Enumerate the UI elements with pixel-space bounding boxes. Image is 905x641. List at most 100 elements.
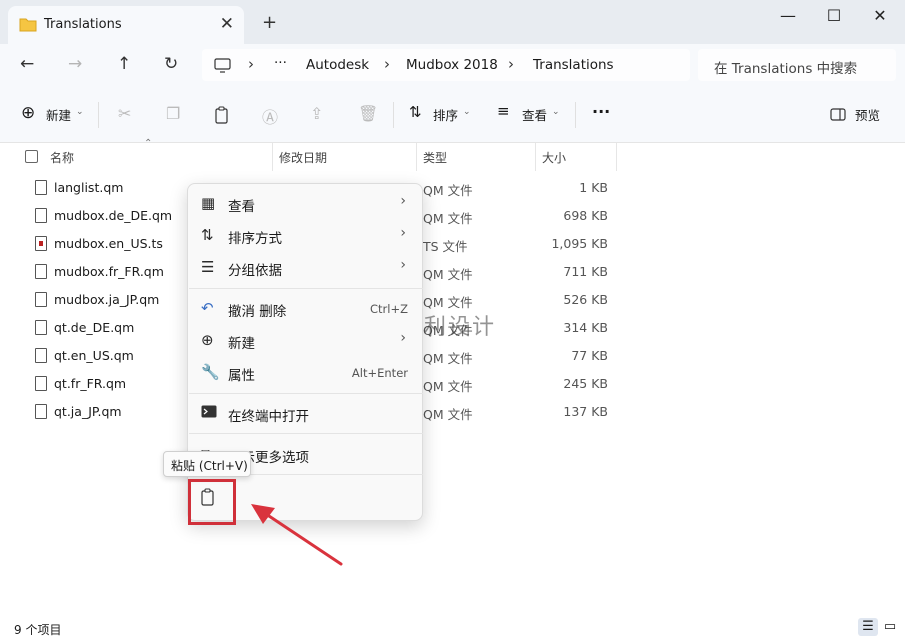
- tab-title: Translations: [44, 17, 122, 32]
- tab-close-button[interactable]: ✕: [220, 14, 234, 34]
- column-header-modified[interactable]: 修改日期: [279, 149, 327, 166]
- back-button[interactable]: ←: [20, 54, 34, 74]
- menu-item-group-by[interactable]: ☰ 分组依据 ›: [188, 252, 422, 282]
- preview-pane-icon: [830, 108, 846, 121]
- breadcrumb-autodesk[interactable]: Autodesk: [306, 57, 369, 73]
- tab-translations[interactable]: Translations ✕: [8, 6, 244, 44]
- file-name: mudbox.ja_JP.qm: [54, 292, 160, 307]
- menu-item-properties[interactable]: 🔧 属性 Alt+Enter: [188, 357, 422, 387]
- sort-icon: ⇅: [201, 226, 214, 244]
- file-icon: [35, 404, 47, 419]
- new-tab-button[interactable]: +: [262, 12, 277, 33]
- chevron-right-icon: ›: [508, 55, 514, 73]
- file-name: qt.en_US.qm: [54, 348, 134, 363]
- breadcrumb-overflow[interactable]: ···: [274, 55, 287, 71]
- plus-circle-icon: ⊕: [21, 103, 36, 123]
- file-size: 314 KB: [563, 320, 608, 335]
- sort-indicator-icon: ⌃: [144, 138, 153, 149]
- column-header-name[interactable]: 名称: [50, 149, 74, 166]
- minimize-button[interactable]: —: [765, 6, 811, 25]
- delete-icon[interactable]: 🗑: [358, 104, 378, 123]
- preview-button[interactable]: 预览: [855, 105, 880, 124]
- breadcrumb-translations[interactable]: Translations: [533, 57, 614, 73]
- sort-button[interactable]: 排序: [433, 105, 458, 124]
- up-button[interactable]: ↑: [117, 54, 131, 74]
- file-size: 1 KB: [579, 180, 608, 195]
- paste-icon[interactable]: [214, 106, 230, 124]
- breadcrumb-mudbox[interactable]: Mudbox 2018: [406, 57, 498, 73]
- file-size: 245 KB: [563, 376, 608, 391]
- file-size: 77 KB: [571, 348, 608, 363]
- file-type: QM 文件: [423, 211, 473, 226]
- copy-icon[interactable]: ❐: [166, 104, 180, 123]
- column-divider[interactable]: [272, 143, 273, 171]
- close-button[interactable]: ✕: [857, 6, 903, 25]
- chevron-right-icon: ›: [400, 330, 406, 346]
- menu-divider: [189, 288, 423, 289]
- menu-item-open-terminal[interactable]: 在终端中打开: [188, 398, 422, 428]
- file-list: ⌃ 名称 修改日期 类型 大小 langlist.qm QM 文件 1 KB m…: [0, 138, 905, 613]
- view-icon: ≡: [497, 102, 510, 120]
- file-type: QM 文件: [423, 407, 473, 422]
- file-icon: [35, 208, 47, 223]
- file-icon: [35, 348, 47, 363]
- cut-icon[interactable]: ✂: [118, 104, 131, 123]
- column-header-type[interactable]: 类型: [423, 149, 447, 166]
- file-type: QM 文件: [423, 267, 473, 282]
- column-divider[interactable]: [616, 143, 617, 171]
- search-input[interactable]: 在 Translations 中搜索: [698, 49, 896, 81]
- select-all-checkbox[interactable]: [25, 150, 38, 163]
- chevron-down-icon: ⌄: [552, 107, 560, 117]
- column-divider[interactable]: [416, 143, 417, 171]
- chevron-right-icon: ›: [400, 225, 406, 241]
- file-name: mudbox.fr_FR.qm: [54, 264, 164, 279]
- menu-item-view[interactable]: ▦ 查看 ›: [188, 188, 422, 218]
- command-bar: ⊕ 新建 ⌄ ✂ ❐ Ⓐ ⇪ 🗑 ⇅ 排序 ⌄ ≡ 查看 ⌄ ··· 预览: [0, 87, 905, 143]
- chevron-down-icon: ⌄: [76, 107, 84, 117]
- folder-icon: [19, 18, 37, 32]
- address-bar[interactable]: › ··· Autodesk › Mudbox 2018 › Translati…: [202, 49, 690, 81]
- forward-button[interactable]: →: [68, 54, 82, 74]
- file-name: langlist.qm: [54, 180, 124, 195]
- file-type: QM 文件: [423, 379, 473, 394]
- details-view-icon[interactable]: ☰: [858, 618, 878, 636]
- file-icon: [35, 376, 47, 391]
- paste-tooltip: 粘贴 (Ctrl+V): [163, 451, 251, 477]
- file-name: qt.de_DE.qm: [54, 320, 135, 335]
- file-name: mudbox.en_US.ts: [54, 236, 163, 251]
- maximize-button[interactable]: ☐: [811, 6, 857, 25]
- menu-item-new[interactable]: ⊕ 新建 ›: [188, 325, 422, 355]
- paste-icon[interactable]: [200, 488, 216, 506]
- column-header-size[interactable]: 大小: [542, 149, 566, 166]
- chevron-right-icon: ›: [400, 193, 406, 209]
- column-divider[interactable]: [535, 143, 536, 171]
- file-icon: [35, 264, 47, 279]
- share-icon[interactable]: ⇪: [310, 104, 323, 123]
- refresh-button[interactable]: ↻: [164, 54, 178, 74]
- menu-divider: [189, 393, 423, 394]
- annotation-arrow-icon: [251, 504, 343, 566]
- file-name: qt.fr_FR.qm: [54, 376, 127, 391]
- view-button[interactable]: 查看: [522, 105, 547, 124]
- title-bar: Translations ✕ + — ☐ ✕: [0, 0, 905, 44]
- plus-circle-icon: ⊕: [201, 331, 214, 349]
- file-type: QM 文件: [423, 183, 473, 198]
- rename-icon[interactable]: Ⓐ: [262, 104, 278, 128]
- sort-icon: ⇅: [409, 103, 422, 121]
- file-size: 711 KB: [563, 264, 608, 279]
- menu-item-sort-by[interactable]: ⇅ 排序方式 ›: [188, 220, 422, 250]
- more-options-button[interactable]: ···: [592, 102, 610, 121]
- file-name: mudbox.de_DE.qm: [54, 208, 173, 223]
- new-button[interactable]: 新建: [46, 105, 71, 124]
- chevron-right-icon: ›: [384, 55, 390, 73]
- ts-file-icon: [35, 236, 47, 251]
- chevron-down-icon: ⌄: [463, 107, 471, 117]
- tiles-view-icon[interactable]: ▭: [880, 618, 900, 636]
- file-icon: [35, 320, 47, 335]
- file-type: TS 文件: [423, 239, 468, 254]
- file-icon: [35, 292, 47, 307]
- divider: [98, 102, 99, 128]
- menu-item-undo[interactable]: ↶ 撤消 删除 Ctrl+Z: [188, 293, 422, 323]
- undo-icon: ↶: [201, 299, 214, 317]
- list-icon: ☰: [201, 258, 215, 276]
